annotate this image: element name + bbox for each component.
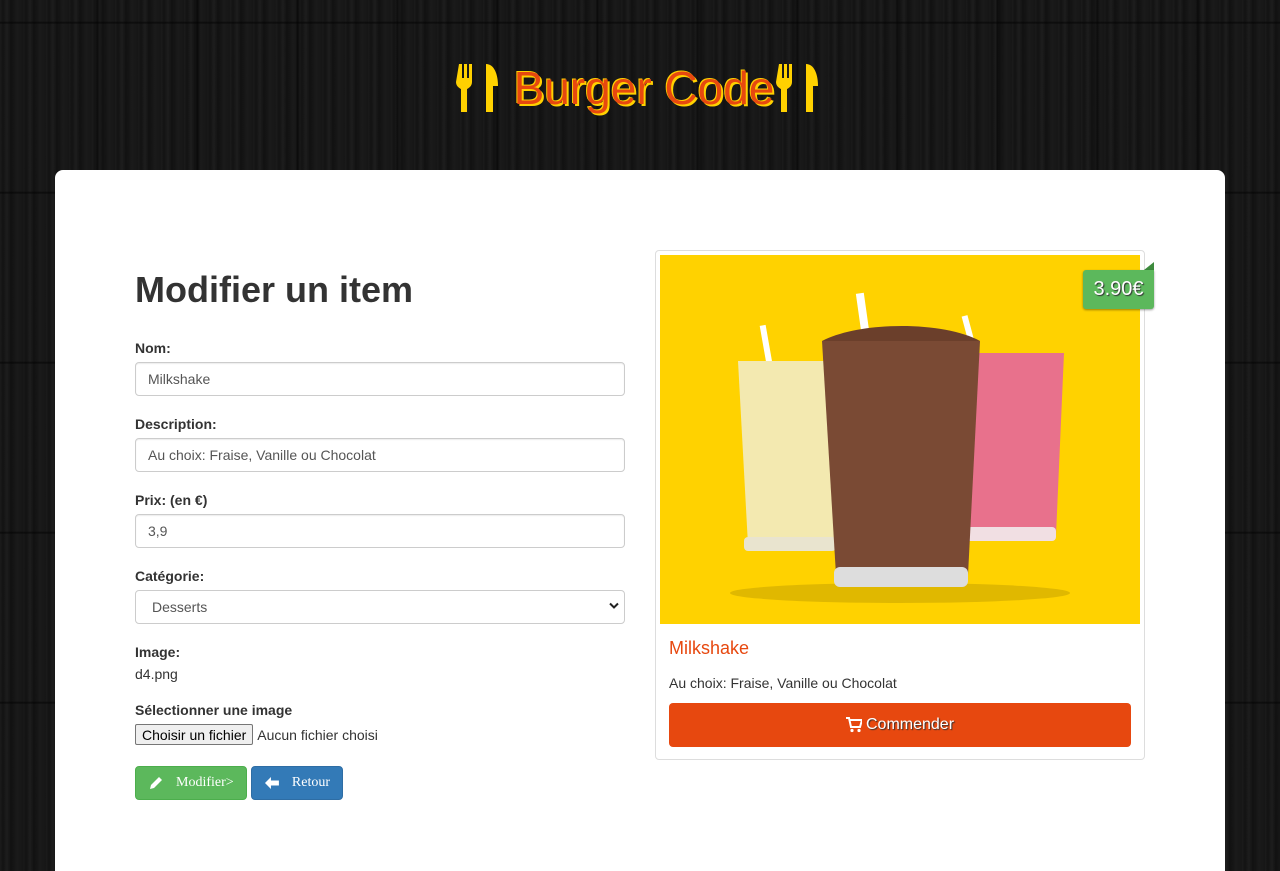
edit-form: Modifier un item Nom: Description: Prix:… xyxy=(135,270,625,800)
page-title: Modifier un item xyxy=(135,269,413,310)
back-button[interactable]: Retour xyxy=(251,766,343,800)
file-select-label: Sélectionner une image xyxy=(135,702,293,718)
price-input[interactable] xyxy=(135,514,625,548)
category-label: Catégorie: xyxy=(135,568,205,584)
brand-title: Burger Code xyxy=(513,62,775,114)
item-preview-card: Milkshake Au choix: Fraise, Vanille ou C… xyxy=(655,250,1145,760)
category-selected-value: Desserts xyxy=(135,590,625,624)
file-input: Choisir un fichier Aucun fichier choisi xyxy=(135,724,625,745)
pencil-icon xyxy=(150,777,162,789)
price-tag-fold xyxy=(1144,262,1154,270)
milkshake-image xyxy=(660,255,1140,624)
order-button-label: Commender xyxy=(865,716,955,733)
preview-caption: Milkshake Au choix: Fraise, Vanille ou C… xyxy=(660,624,1140,756)
main-card: Modifier un item Nom: Description: Prix:… xyxy=(55,170,1225,871)
image-label: Image: xyxy=(135,644,181,660)
site-header: Burger Code xyxy=(0,58,1280,118)
description-label: Description: xyxy=(135,416,217,432)
preview-item-name: Milkshake xyxy=(669,638,750,658)
modify-button[interactable]: Modifier> xyxy=(135,766,247,800)
form-actions: Modifier> Retour xyxy=(135,766,625,800)
description-input[interactable] xyxy=(135,438,625,472)
back-button-label: Retour xyxy=(291,775,330,790)
preview-item-description: Au choix: Fraise, Vanille ou Chocolat xyxy=(669,675,897,691)
fork-knife-icon xyxy=(455,64,498,112)
modify-button-label: Modifier> xyxy=(176,775,234,790)
order-button[interactable]: Commender xyxy=(669,703,1131,747)
shopping-cart-icon xyxy=(845,717,862,733)
file-status-text: Aucun fichier choisi xyxy=(257,726,378,743)
choose-file-button[interactable]: Choisir un fichier xyxy=(135,724,254,745)
category-select[interactable]: Desserts xyxy=(135,590,625,624)
arrow-left-icon xyxy=(264,777,279,789)
fork-knife-icon xyxy=(776,64,819,112)
price-badge: 3.90€ xyxy=(1083,270,1154,309)
chevron-down-icon xyxy=(609,602,619,609)
price-label: Prix: (en €) xyxy=(135,492,208,508)
milkshake-illustration xyxy=(730,292,1070,603)
name-input[interactable] xyxy=(135,362,625,396)
name-label: Nom: xyxy=(135,340,171,356)
current-image-filename: d4.png xyxy=(135,666,178,682)
